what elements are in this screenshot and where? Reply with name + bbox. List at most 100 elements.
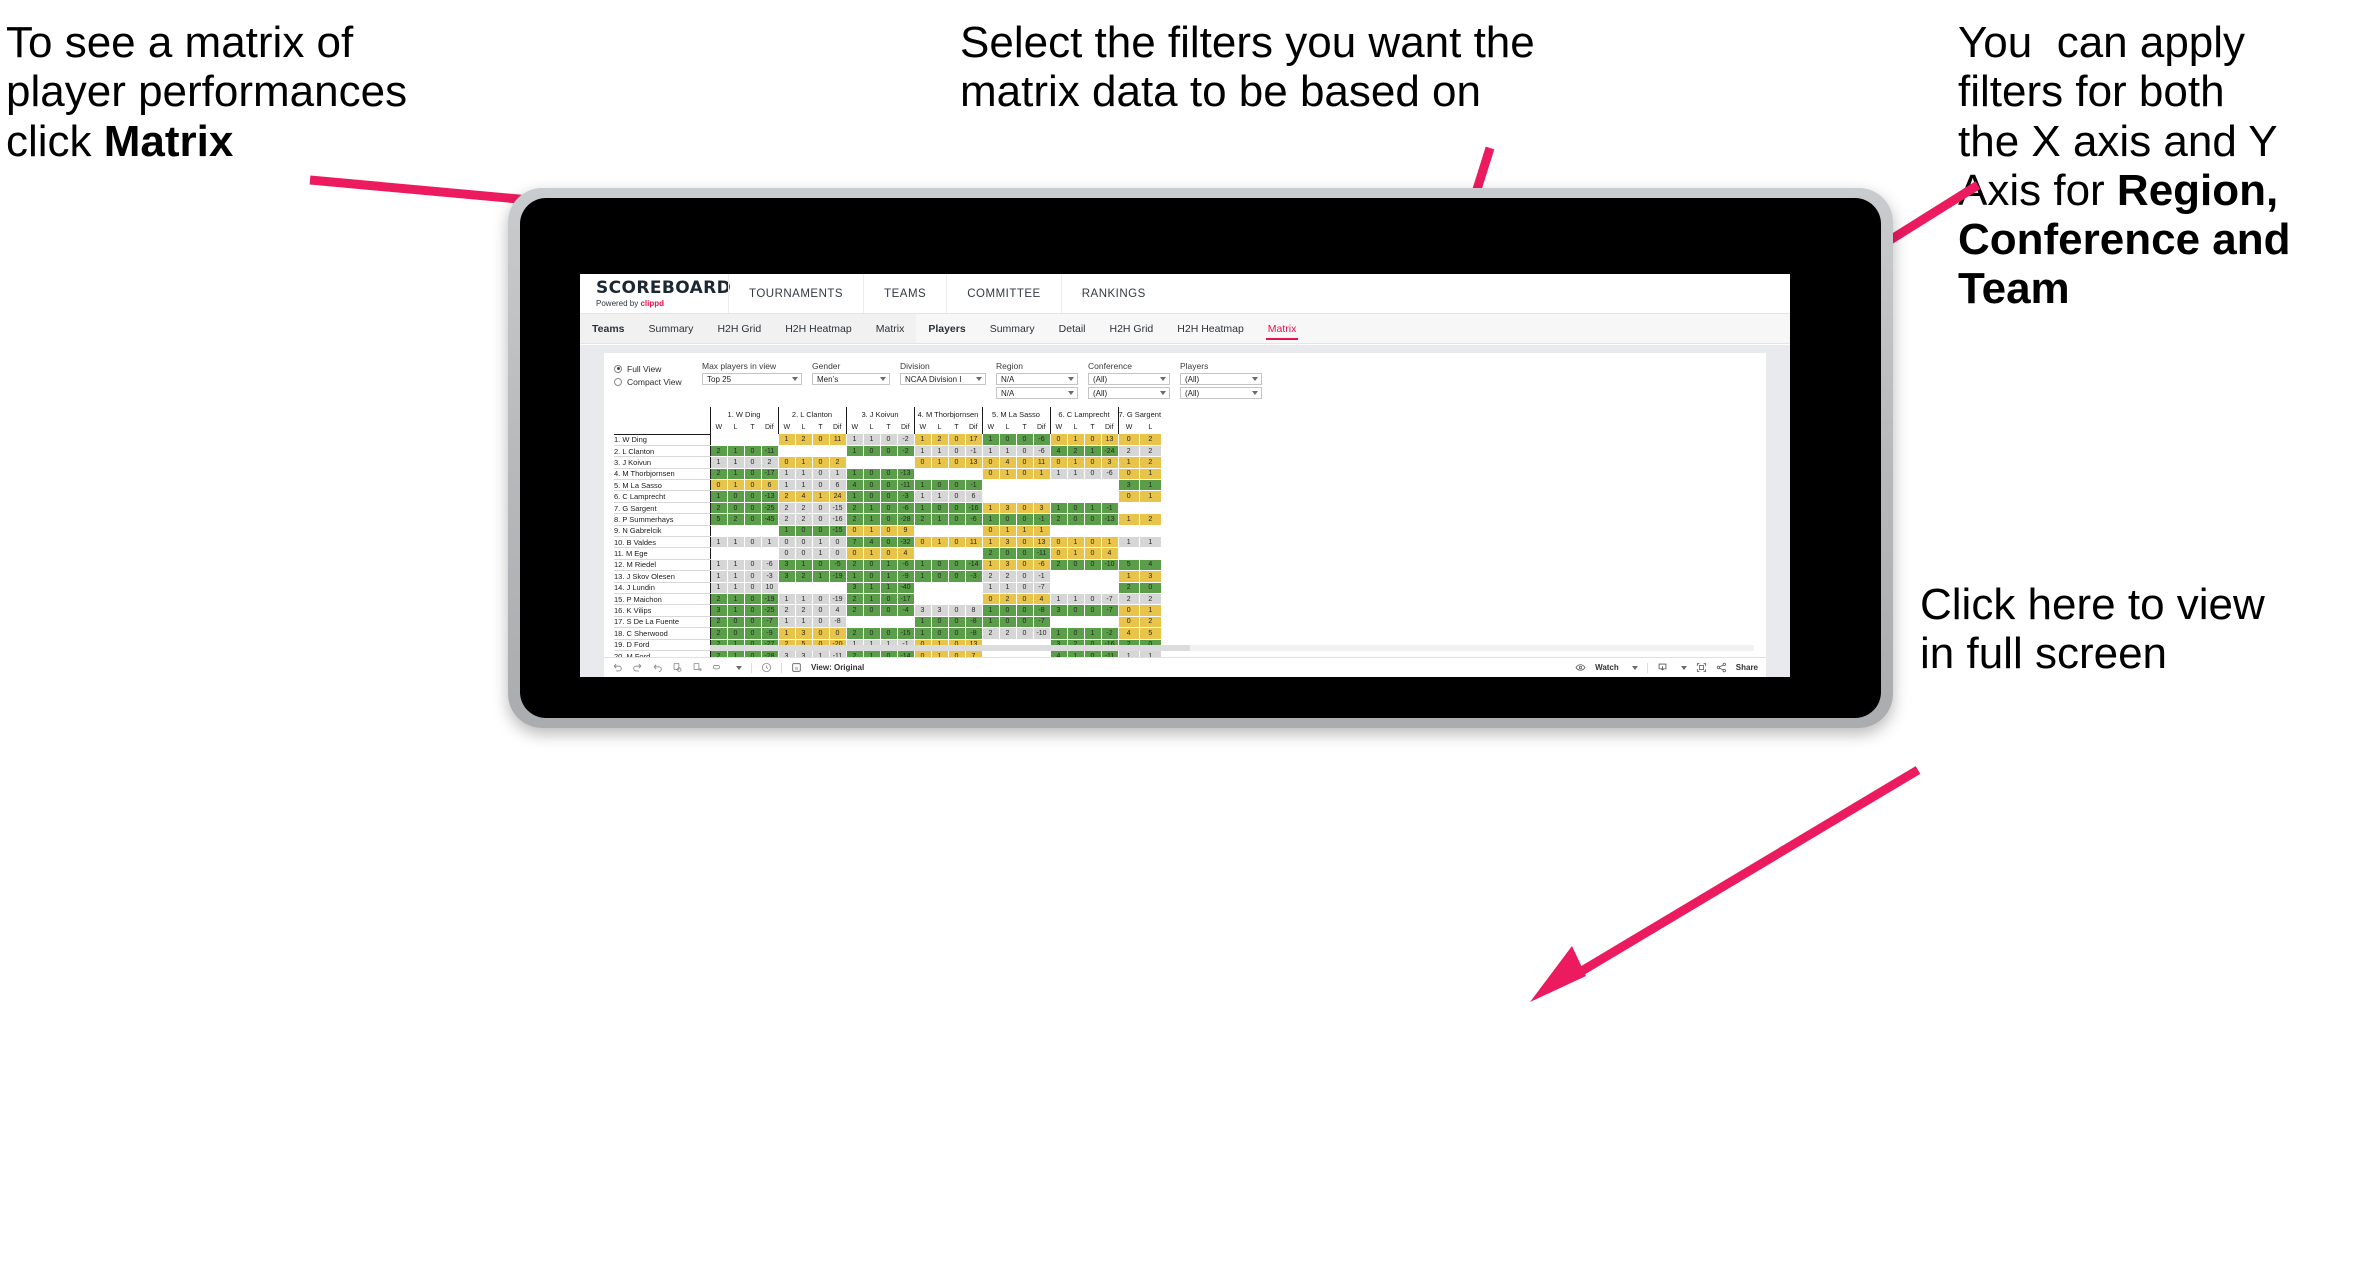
matrix-cell[interactable]: 1 — [931, 445, 949, 458]
matrix-cell[interactable]: 2 — [1139, 513, 1162, 526]
view-original-icon[interactable]: a — [791, 662, 802, 673]
matrix-cell[interactable]: 1 — [709, 559, 728, 572]
matrix-cell[interactable]: 0 — [1016, 547, 1034, 560]
matrix-cell[interactable] — [1067, 616, 1085, 629]
matrix-cell[interactable]: -10 — [1101, 559, 1119, 572]
matrix-cell[interactable]: 0 — [863, 468, 881, 481]
matrix-cell[interactable]: 2 — [845, 559, 864, 572]
matrix-cell[interactable] — [1117, 547, 1141, 560]
matrix-cell[interactable]: 2 — [709, 445, 728, 458]
matrix-cell[interactable]: 2 — [777, 604, 796, 617]
watch-label[interactable]: Watch — [1595, 663, 1619, 672]
subnav-players-h2h-grid[interactable]: H2H Grid — [1098, 314, 1166, 343]
matrix-cell[interactable]: 1 — [1067, 650, 1085, 657]
matrix-cell[interactable]: 1 — [981, 559, 1000, 572]
matrix-cell[interactable]: 3 — [999, 536, 1017, 549]
matrix-cell[interactable] — [1139, 547, 1162, 560]
matrix-cell[interactable]: 0 — [744, 456, 762, 469]
matrix-cell[interactable]: 0 — [795, 536, 813, 549]
matrix-cell[interactable]: 1 — [999, 468, 1017, 481]
matrix-cell[interactable]: -1 — [965, 445, 983, 458]
matrix-cell[interactable] — [965, 468, 983, 481]
matrix-cell[interactable]: 1 — [777, 525, 796, 538]
matrix-cell[interactable] — [1084, 490, 1102, 503]
matrix-cell[interactable]: 1 — [777, 593, 796, 606]
matrix-cell[interactable] — [1067, 479, 1085, 492]
subnav-teams-h2h-grid[interactable]: H2H Grid — [705, 314, 773, 343]
matrix-cell[interactable]: 0 — [880, 502, 898, 515]
collapse-icon[interactable] — [712, 662, 723, 673]
matrix-cell[interactable]: 1 — [795, 616, 813, 629]
matrix-cell[interactable]: -45 — [761, 513, 779, 526]
matrix-cell[interactable]: 1 — [913, 490, 932, 503]
topnav-committee[interactable]: COMMITTEE — [946, 274, 1061, 313]
matrix-cell[interactable] — [999, 479, 1017, 492]
matrix-cell[interactable]: 1 — [795, 593, 813, 606]
matrix-cell[interactable] — [1101, 479, 1119, 492]
matrix-cell[interactable] — [1049, 570, 1068, 583]
matrix-cell[interactable]: 1 — [709, 536, 728, 549]
matrix-cell[interactable]: 2 — [709, 502, 728, 515]
matrix-cell[interactable]: 1 — [863, 593, 881, 606]
matrix-cell[interactable]: 1 — [880, 582, 898, 594]
matrix-cell[interactable]: 4 — [1101, 547, 1119, 560]
matrix-cell[interactable]: -1 — [965, 479, 983, 492]
matrix-cell[interactable]: 0 — [1117, 616, 1141, 629]
matrix-cell[interactable]: 1 — [1101, 536, 1119, 549]
matrix-cell[interactable]: 0 — [1117, 468, 1141, 481]
matrix-cell[interactable] — [981, 490, 1000, 503]
matrix-cell[interactable]: 4 — [1033, 593, 1051, 606]
matrix-cell[interactable]: 1 — [913, 627, 932, 640]
matrix-cell[interactable]: 0 — [948, 490, 966, 503]
matrix-cell[interactable]: 1 — [709, 490, 728, 503]
matrix-cell[interactable]: 0 — [931, 627, 949, 640]
matrix-cell[interactable]: 0 — [845, 525, 864, 538]
matrix-cell[interactable]: 1 — [1049, 627, 1068, 640]
subnav-players[interactable]: Players — [916, 314, 977, 343]
chevron-down-icon[interactable] — [1680, 665, 1687, 670]
matrix-cell[interactable]: 3 — [931, 604, 949, 617]
matrix-cell[interactable] — [1067, 582, 1085, 594]
matrix-cell[interactable]: -11 — [761, 445, 779, 458]
matrix-cell[interactable] — [1067, 490, 1085, 503]
matrix-cell[interactable]: 2 — [845, 513, 864, 526]
matrix-cell[interactable] — [1049, 582, 1068, 594]
matrix-cell[interactable]: 13 — [1101, 434, 1119, 446]
matrix-cell[interactable]: 0 — [1117, 604, 1141, 617]
matrix-cell[interactable]: 0 — [880, 627, 898, 640]
matrix-cell[interactable] — [948, 582, 966, 594]
matrix-cell[interactable]: 17 — [965, 434, 983, 446]
matrix-cell[interactable] — [1101, 525, 1119, 538]
matrix-cell[interactable]: 0 — [744, 650, 762, 657]
matrix-cell[interactable] — [1117, 502, 1141, 515]
matrix-cell[interactable]: 2 — [845, 593, 864, 606]
matrix-cell[interactable] — [965, 547, 983, 560]
matrix-cell[interactable]: 0 — [829, 536, 847, 549]
matrix-cell[interactable]: 1 — [1139, 650, 1162, 657]
matrix-cell[interactable]: 1 — [863, 547, 881, 560]
matrix-cell[interactable]: 1 — [981, 582, 1000, 594]
matrix-cell[interactable]: 0 — [744, 593, 762, 606]
matrix-cell[interactable]: 0 — [863, 570, 881, 583]
matrix-cell[interactable]: 2 — [709, 650, 728, 657]
matrix-cell[interactable]: 4 — [829, 604, 847, 617]
matrix-cell[interactable]: 0 — [913, 456, 932, 469]
matrix-cell[interactable]: 1 — [1117, 570, 1141, 583]
matrix-cell[interactable] — [1049, 525, 1068, 538]
matrix-cell[interactable]: 0 — [948, 627, 966, 640]
matrix-cell[interactable]: -6 — [897, 502, 915, 515]
matrix-cell[interactable]: 1 — [727, 570, 745, 583]
matrix-cell[interactable]: 1 — [981, 445, 1000, 458]
matrix-cell[interactable]: -8 — [1033, 604, 1051, 617]
matrix-cell[interactable]: 1 — [1084, 627, 1102, 640]
matrix-cell[interactable]: 1 — [913, 479, 932, 492]
matrix-cell[interactable]: 0 — [948, 479, 966, 492]
matrix-cell[interactable]: 1 — [1067, 456, 1085, 469]
matrix-cell[interactable]: 1 — [913, 502, 932, 515]
matrix-cell[interactable]: 0 — [744, 479, 762, 492]
matrix-cell[interactable] — [761, 434, 779, 446]
matrix-cell[interactable]: 1 — [863, 513, 881, 526]
matrix-cell[interactable]: 0 — [880, 650, 898, 657]
matrix-cell[interactable]: -13 — [761, 490, 779, 503]
matrix-cell[interactable]: 24 — [829, 490, 847, 503]
